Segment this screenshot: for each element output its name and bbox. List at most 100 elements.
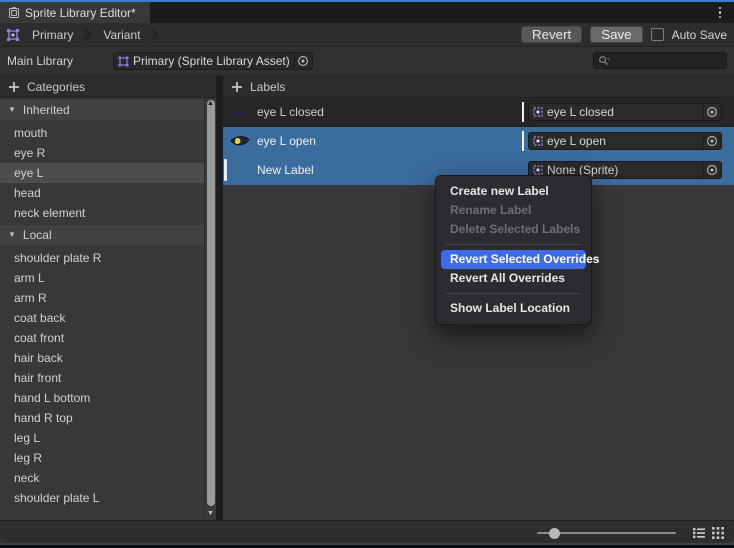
- breadcrumb-chevron-icon: [150, 28, 158, 41]
- categories-header: Categories: [0, 76, 216, 98]
- category-group-name: Local: [23, 228, 52, 242]
- menu-item-revert-all-overrides[interactable]: Revert All Overrides: [436, 269, 591, 288]
- category-item[interactable]: eye L: [0, 163, 204, 183]
- collapse-triangle-icon: ▼: [8, 106, 16, 114]
- label-name: eye L open: [257, 134, 522, 148]
- tab-sprite-library-editor[interactable]: Sprite Library Editor*: [0, 2, 150, 23]
- category-group-items: shoulder plate Rarm Larm Rcoat backcoat …: [0, 245, 216, 510]
- category-item[interactable]: coat back: [0, 308, 204, 328]
- object-picker-icon[interactable]: [703, 162, 719, 178]
- sprite-library-editor-window: Sprite Library Editor* Primary Variant Re…: [0, 0, 734, 548]
- sprite-object-field[interactable]: eye L open: [528, 132, 722, 150]
- sprite-object-field[interactable]: eye L closed: [528, 103, 722, 121]
- window-bottom-edge: [0, 543, 734, 548]
- object-picker-icon[interactable]: [703, 104, 719, 120]
- categories-scrollbar[interactable]: ▲ ▼: [204, 98, 216, 520]
- category-item[interactable]: coat front: [0, 328, 204, 348]
- context-menu: Create new LabelRename LabelDelete Selec…: [435, 175, 592, 325]
- category-item[interactable]: head: [0, 183, 204, 203]
- category-item[interactable]: leg R: [0, 448, 204, 468]
- add-category-icon[interactable]: [8, 81, 20, 93]
- labels-header: Labels: [223, 76, 734, 98]
- category-item[interactable]: arm L: [0, 268, 204, 288]
- categories-list: ▼ Inherited moutheye Reye Lheadneck elemen…: [0, 98, 216, 520]
- main-content: Categories ▼ Inherited moutheye Reye Lhead…: [0, 76, 734, 520]
- category-item[interactable]: arm R: [0, 288, 204, 308]
- main-library-object-field[interactable]: Primary (Sprite Library Asset): [113, 52, 313, 70]
- tab-bar: Sprite Library Editor*: [0, 2, 734, 23]
- menu-item-show-label-location[interactable]: Show Label Location: [436, 299, 591, 318]
- search-icon: [598, 55, 610, 67]
- collapse-triangle-icon: ▼: [8, 231, 16, 239]
- toolbar-right: Revert Save Auto Save: [521, 23, 727, 46]
- label-row[interactable]: eye L closed eye L closed: [223, 98, 734, 127]
- list-view-icon[interactable]: [693, 527, 705, 539]
- thumbnail-size-slider[interactable]: [537, 532, 676, 534]
- sprite-icon: [533, 107, 543, 117]
- category-item[interactable]: shoulder plate L: [0, 488, 204, 508]
- breadcrumb: Primary Variant: [28, 28, 166, 42]
- tab-title: Sprite Library Editor*: [25, 6, 136, 20]
- menu-item-revert-selected-overrides[interactable]: Revert Selected Overrides: [441, 250, 586, 269]
- category-item[interactable]: neck: [0, 468, 204, 488]
- scroll-down-icon[interactable]: ▼: [205, 509, 216, 519]
- add-label-icon[interactable]: [231, 81, 243, 93]
- search-input[interactable]: [613, 53, 722, 69]
- panel-divider: [216, 76, 223, 520]
- object-picker-icon[interactable]: [294, 53, 310, 69]
- grid-view-icon[interactable]: [712, 527, 724, 539]
- menu-item-delete-selected-labels: Delete Selected Labels: [436, 220, 591, 239]
- scrollbar-thumb[interactable]: [207, 100, 215, 506]
- category-item[interactable]: hair front: [0, 368, 204, 388]
- sprite-library-asset-icon: [118, 56, 129, 67]
- eye-closed-thumbnail-icon: [229, 107, 251, 117]
- main-library-row: Main Library Primary (Sprite Library Ass…: [0, 47, 734, 76]
- main-library-object-value: Primary (Sprite Library Asset): [133, 54, 290, 68]
- sprite-editor-tab-icon: [8, 7, 20, 19]
- save-button[interactable]: Save: [590, 26, 642, 43]
- sprite-object-value: eye L open: [547, 134, 699, 148]
- override-marker: [224, 159, 227, 181]
- category-group-items: moutheye Reye Lheadneck element: [0, 120, 216, 225]
- sprite-object-value: eye L closed: [547, 105, 699, 119]
- menu-separator: [446, 293, 581, 294]
- object-picker-icon[interactable]: [703, 133, 719, 149]
- labels-title: Labels: [250, 80, 285, 94]
- category-item[interactable]: eye R: [0, 143, 204, 163]
- category-group-header-local[interactable]: ▼ Local: [0, 225, 204, 245]
- toolbar: Primary Variant Revert Save Auto Save: [0, 23, 734, 47]
- kebab-menu-icon[interactable]: [713, 4, 727, 21]
- menu-separator: [446, 244, 581, 245]
- label-row[interactable]: eye L open eye L open: [223, 127, 734, 156]
- category-group-name: Inherited: [23, 103, 70, 117]
- auto-save-checkbox[interactable]: [651, 28, 664, 41]
- categories-title: Categories: [27, 80, 85, 94]
- menu-item-create-new-label[interactable]: Create new Label: [436, 182, 591, 201]
- categories-panel: Categories ▼ Inherited moutheye Reye Lhead…: [0, 76, 216, 520]
- auto-save-label: Auto Save: [672, 28, 727, 42]
- search-field[interactable]: [593, 52, 727, 69]
- scroll-up-icon[interactable]: ▲: [205, 99, 216, 109]
- sprite-icon: [533, 136, 543, 146]
- sprite-override-marker: [522, 131, 524, 151]
- category-item[interactable]: hand R top: [0, 408, 204, 428]
- category-item[interactable]: mouth: [0, 123, 204, 143]
- bottom-bar: [0, 520, 734, 543]
- category-item[interactable]: leg L: [0, 428, 204, 448]
- breadcrumb-item-primary[interactable]: Primary: [28, 28, 77, 42]
- category-group-header-inherited[interactable]: ▼ Inherited: [0, 100, 204, 120]
- slider-thumb[interactable]: [549, 528, 560, 539]
- main-library-label: Main Library: [7, 54, 113, 68]
- breadcrumb-chevron-icon: [83, 28, 91, 41]
- revert-button[interactable]: Revert: [521, 26, 582, 43]
- eye-open-thumbnail-icon: [229, 135, 251, 148]
- label-name: eye L closed: [257, 105, 522, 119]
- breadcrumb-item-variant[interactable]: Variant: [99, 28, 144, 42]
- category-item[interactable]: hair back: [0, 348, 204, 368]
- category-item[interactable]: neck element: [0, 203, 204, 223]
- sprite-icon: [533, 165, 543, 175]
- category-item[interactable]: shoulder plate R: [0, 248, 204, 268]
- category-item[interactable]: hand L bottom: [0, 388, 204, 408]
- sprite-library-icon: [6, 28, 20, 42]
- sprite-override-marker: [522, 102, 524, 122]
